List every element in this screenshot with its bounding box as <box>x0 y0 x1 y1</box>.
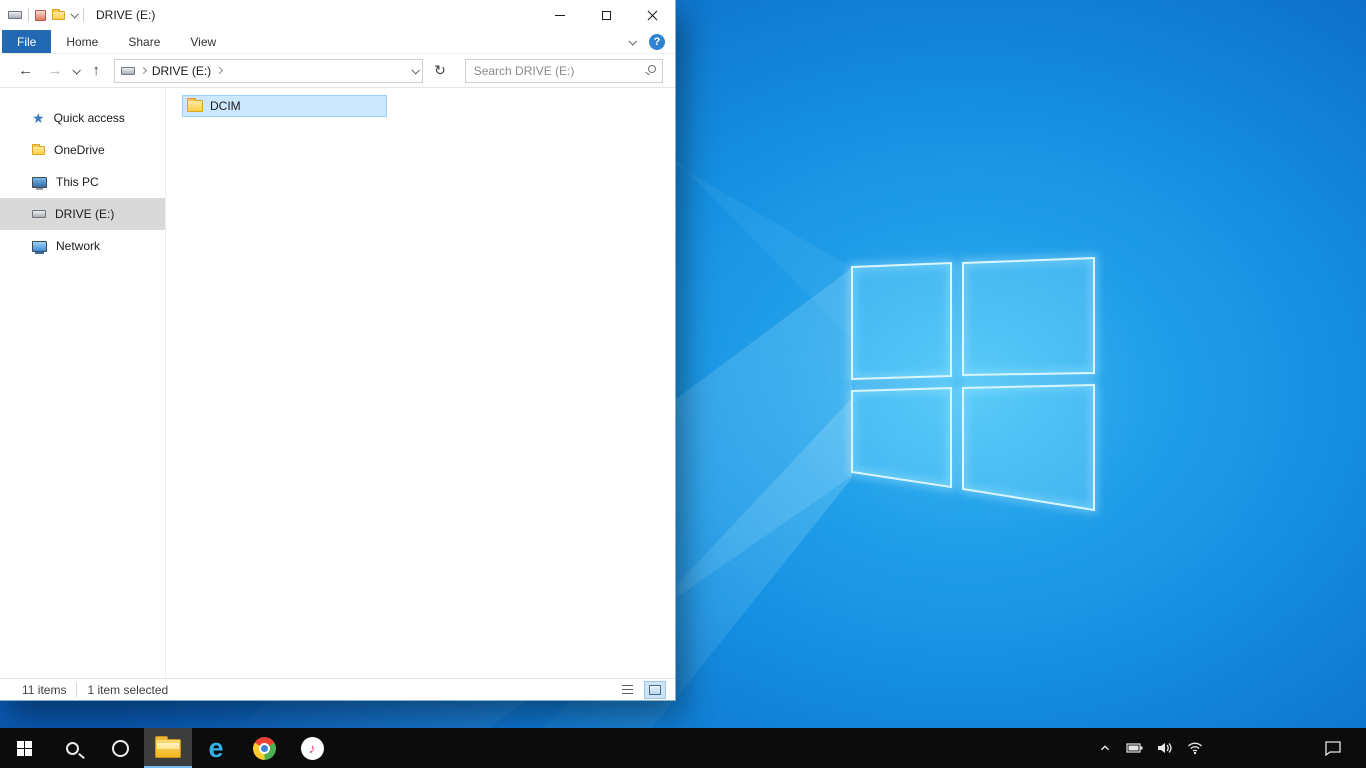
start-button[interactable] <box>0 728 48 768</box>
large-icons-view-button[interactable] <box>644 680 666 699</box>
chrome-icon <box>252 736 276 760</box>
system-tray <box>1094 728 1206 768</box>
quick-access-toolbar: DRIVE (E:) <box>8 8 155 22</box>
file-item-dcim[interactable]: DCIM <box>182 95 387 117</box>
window-drive-icon <box>8 11 22 19</box>
tab-share[interactable]: Share <box>113 30 175 53</box>
file-explorer-icon <box>155 735 181 758</box>
breadcrumb-root[interactable]: DRIVE (E:) <box>152 64 211 78</box>
qat-new-folder-icon[interactable] <box>52 8 65 20</box>
navigation-bar: ← → ↑ DRIVE (E:) ↻ <box>0 54 675 88</box>
sidebar-item-label: Network <box>56 239 101 253</box>
status-separator <box>76 682 78 697</box>
drive-icon <box>32 210 46 218</box>
action-center-button[interactable] <box>1314 728 1352 768</box>
minimize-button[interactable] <box>537 0 583 30</box>
cortana-icon <box>111 739 129 757</box>
sidebar-item-network[interactable]: Network <box>0 230 165 262</box>
qat-properties-icon[interactable] <box>35 9 46 21</box>
navigation-pane: ★ Quick access OneDrive This PC DRIVE (E… <box>0 88 166 678</box>
folder-icon <box>187 98 203 112</box>
sidebar-item-onedrive[interactable]: OneDrive <box>0 134 165 166</box>
taskbar-internet-explorer-button[interactable]: e <box>192 728 240 768</box>
ribbon-collapse-chevron-icon[interactable] <box>628 36 637 46</box>
sidebar-item-label: This PC <box>56 175 99 189</box>
this-pc-icon <box>32 176 47 190</box>
titlebar[interactable]: DRIVE (E:) <box>0 0 675 30</box>
minimize-icon <box>555 14 565 16</box>
search-icon <box>65 741 79 755</box>
breadcrumb-separator-icon[interactable] <box>216 66 224 75</box>
itunes-icon: ♪ <box>300 736 324 760</box>
forward-button[interactable]: → <box>43 62 66 79</box>
sidebar-item-this-pc[interactable]: This PC <box>0 166 165 198</box>
search-box <box>464 58 663 83</box>
taskbar: e ♪ <box>0 728 1366 768</box>
sidebar-item-drive-e[interactable]: DRIVE (E:) <box>0 198 165 230</box>
window-controls <box>537 0 675 30</box>
details-view-icon <box>621 685 633 694</box>
file-list-area[interactable]: DCIM <box>166 88 675 678</box>
refresh-button[interactable]: ↻ <box>429 59 450 83</box>
taskbar-itunes-button[interactable]: ♪ <box>288 728 336 768</box>
internet-explorer-icon: e <box>208 732 224 763</box>
volume-button[interactable] <box>1154 728 1176 768</box>
file-item-label: DCIM <box>210 99 241 113</box>
taskbar-chrome-button[interactable] <box>240 728 288 768</box>
recent-locations-chevron-icon[interactable] <box>72 65 81 74</box>
search-input[interactable] <box>464 58 663 83</box>
sidebar-item-label: DRIVE (E:) <box>55 207 115 221</box>
sidebar-item-label: OneDrive <box>54 143 105 157</box>
taskbar-search-button[interactable] <box>48 728 96 768</box>
back-button[interactable]: ← <box>14 62 37 79</box>
chevron-up-icon <box>1101 745 1109 751</box>
show-hidden-icons-button[interactable] <box>1094 728 1116 768</box>
close-icon <box>647 10 658 21</box>
ribbon-tab-bar: File Home Share View ? <box>0 30 675 54</box>
onedrive-folder-icon <box>32 143 45 155</box>
wifi-icon <box>1188 742 1202 755</box>
toolbar-separator <box>28 8 29 22</box>
toolbar-separator <box>83 8 84 22</box>
address-dropdown-chevron-icon[interactable] <box>411 65 421 75</box>
taskbar-file-explorer-button[interactable] <box>144 728 192 768</box>
large-icons-view-icon <box>649 684 661 695</box>
address-drive-icon <box>120 66 135 75</box>
address-bar[interactable]: DRIVE (E:) <box>113 58 424 83</box>
network-icon <box>32 240 47 254</box>
maximize-button[interactable] <box>583 0 629 30</box>
help-icon[interactable]: ? <box>649 33 665 50</box>
battery-icon <box>1126 743 1143 753</box>
file-explorer-window: DRIVE (E:) File Home Share View ? ← → ↑ … <box>0 0 675 700</box>
speaker-icon <box>1158 743 1172 753</box>
network-status-button[interactable] <box>1184 728 1206 768</box>
action-center-icon <box>1325 741 1341 756</box>
search-icon[interactable] <box>648 64 656 73</box>
tab-view[interactable]: View <box>175 30 231 53</box>
status-selection-count: 1 item selected <box>87 682 169 697</box>
details-view-button[interactable] <box>617 682 637 698</box>
up-button[interactable]: ↑ <box>85 62 108 79</box>
tab-home[interactable]: Home <box>51 30 113 53</box>
battery-status-button[interactable] <box>1124 728 1146 768</box>
sidebar-item-label: Quick access <box>53 111 125 125</box>
qat-customize-chevron-icon[interactable] <box>70 10 79 19</box>
breadcrumb-separator-icon <box>139 66 147 75</box>
status-bar: 11 items 1 item selected <box>0 678 675 700</box>
sidebar-item-quick-access[interactable]: ★ Quick access <box>0 102 165 134</box>
windows-logo-icon <box>16 740 32 756</box>
window-title: DRIVE (E:) <box>96 8 156 22</box>
taskbar-cortana-button[interactable] <box>96 728 144 768</box>
star-icon: ★ <box>32 110 45 126</box>
tab-file[interactable]: File <box>2 30 52 53</box>
close-button[interactable] <box>629 0 675 30</box>
status-item-count: 11 items <box>22 682 67 697</box>
maximize-icon <box>601 10 611 20</box>
